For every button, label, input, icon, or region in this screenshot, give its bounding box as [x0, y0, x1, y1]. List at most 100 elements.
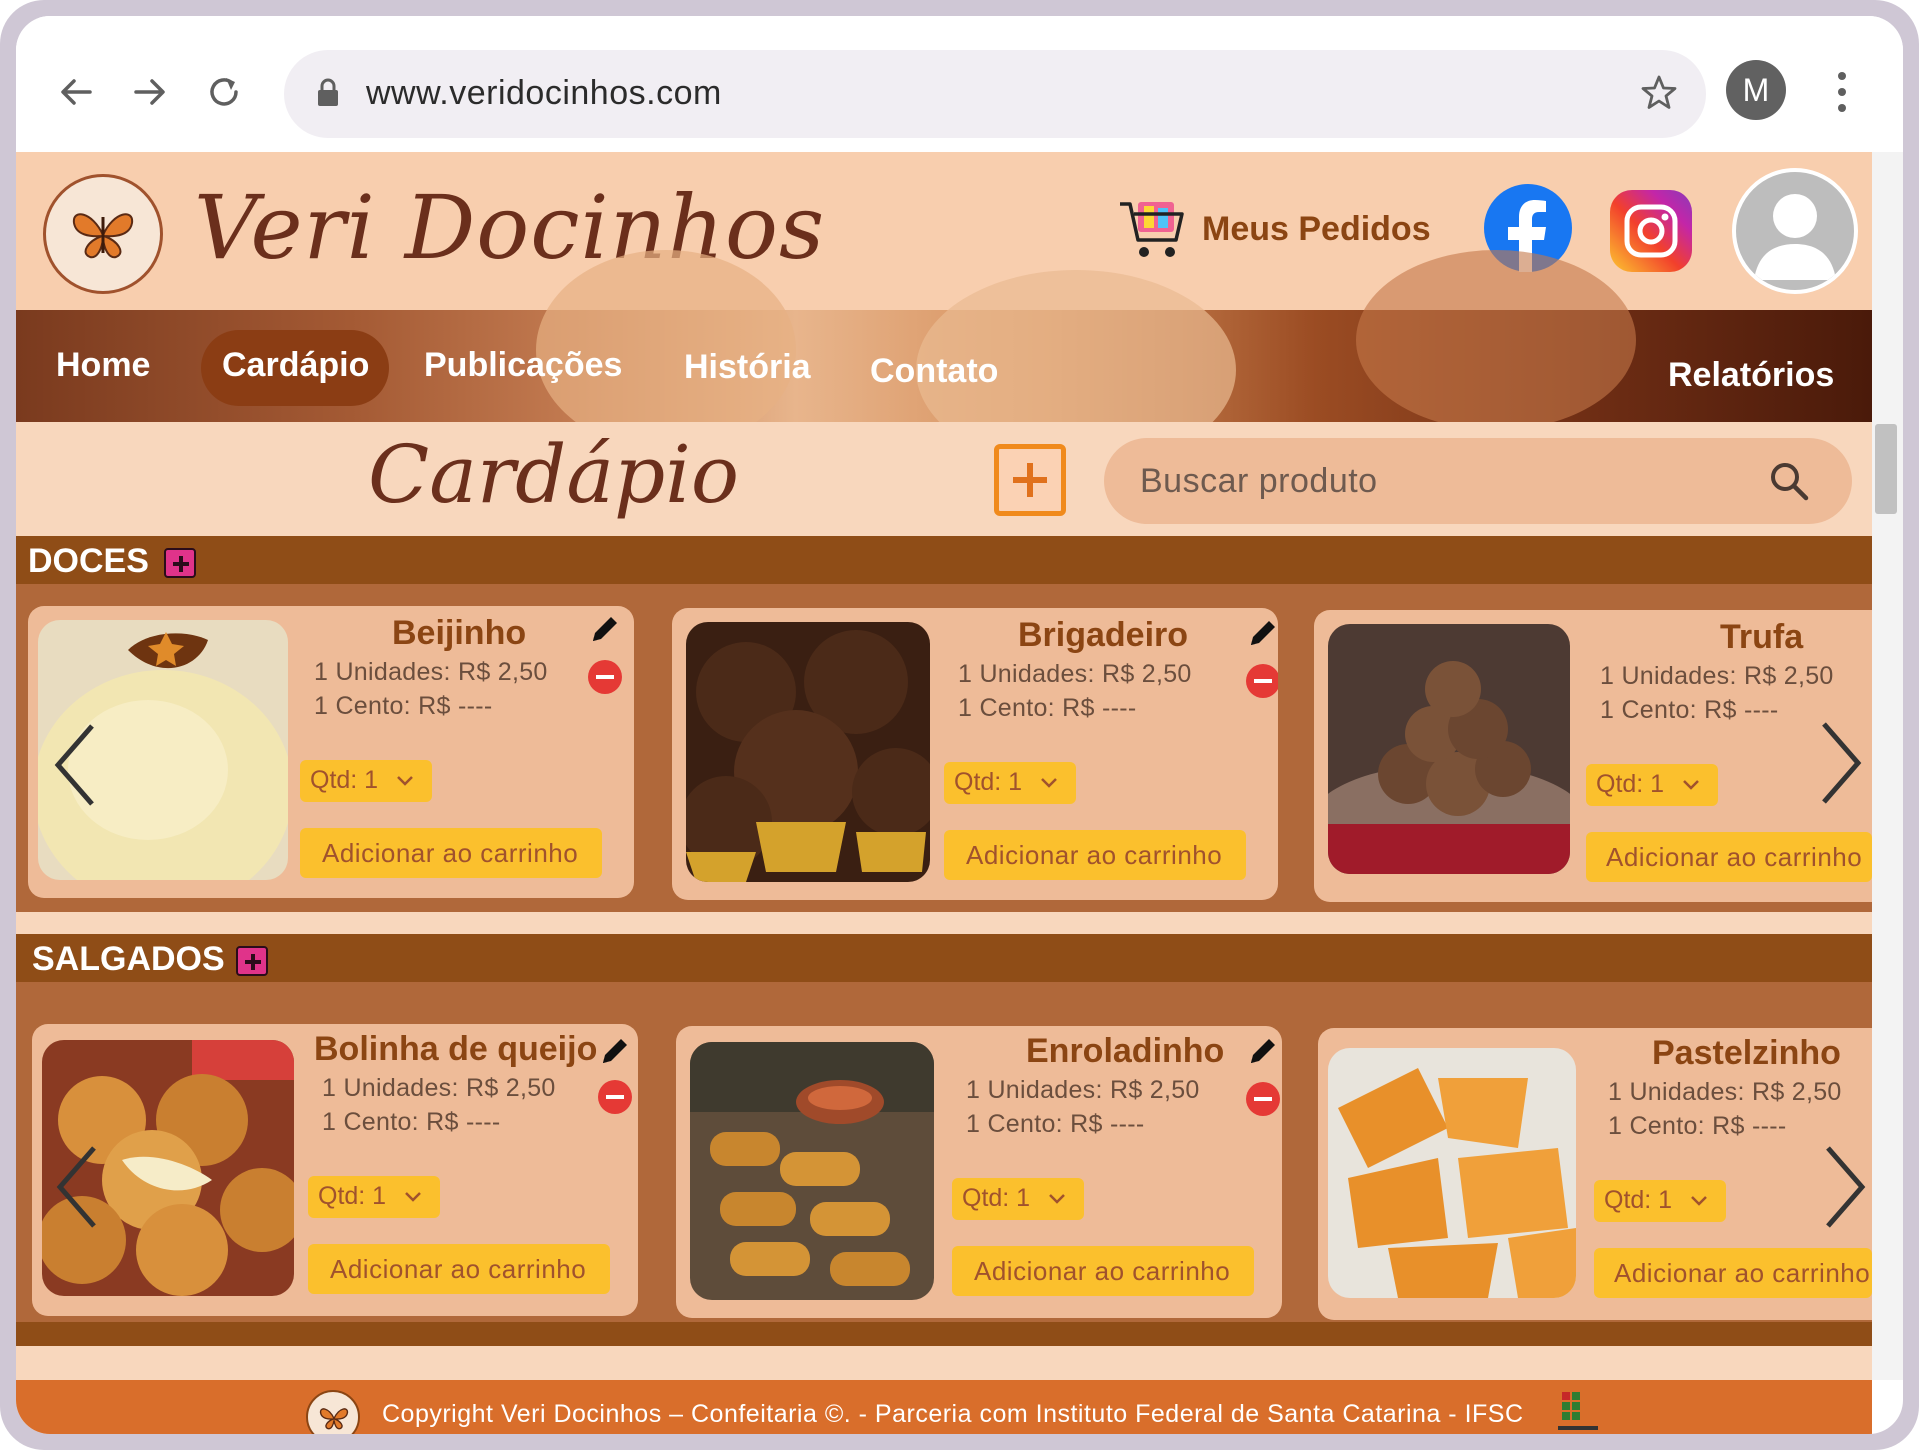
product-card: Bolinha de queijo 1 Unidades: R$ 2,50 1 …: [32, 1024, 638, 1316]
unit-price: 1 Unidades: R$ 2,50: [1608, 1078, 1842, 1106]
quantity-value: Qtd: 1: [962, 1184, 1031, 1212]
cento-price: 1 Cento: R$ ----: [1600, 696, 1779, 724]
minus-circle-icon[interactable]: [598, 1080, 632, 1114]
more-vert-icon[interactable]: [1836, 68, 1848, 116]
add-to-cart-button[interactable]: Adicionar ao carrinho: [1586, 832, 1872, 882]
lock-icon: [318, 78, 338, 106]
category-title: DOCES: [28, 542, 149, 580]
category-divider: [16, 1322, 1872, 1346]
scrollbar-thumb[interactable]: [1875, 424, 1897, 514]
chevron-left-icon[interactable]: [48, 720, 104, 810]
pencil-icon[interactable]: [598, 1034, 632, 1068]
minus-circle-icon[interactable]: [1246, 1082, 1280, 1116]
address-bar[interactable]: www.veridocinhos.com: [284, 50, 1706, 138]
product-image-brigadeiro: [686, 622, 930, 882]
cart-icon[interactable]: [1116, 192, 1188, 264]
menu-title-row: Cardápio Buscar produto: [16, 422, 1872, 536]
unit-price: 1 Unidades: R$ 2,50: [966, 1076, 1200, 1104]
search-input[interactable]: Buscar produto: [1104, 438, 1852, 524]
instagram-icon[interactable]: [1610, 190, 1692, 272]
minus-circle-icon[interactable]: [1246, 664, 1278, 698]
back-arrow-icon[interactable]: [54, 70, 98, 114]
my-orders-link[interactable]: Meus Pedidos: [1202, 210, 1431, 249]
butterfly-logo-icon[interactable]: [43, 174, 163, 294]
nav-contato[interactable]: Contato: [870, 352, 998, 391]
pencil-icon[interactable]: [588, 612, 622, 646]
pencil-icon[interactable]: [1246, 1034, 1280, 1068]
site-content: Veri Docinhos Meus Pedidos Home Cardápio…: [16, 152, 1872, 1434]
quantity-value: Qtd: 1: [1596, 770, 1665, 798]
profile-avatar[interactable]: M: [1726, 60, 1786, 120]
url-text: www.veridocinhos.com: [366, 74, 722, 112]
unit-price: 1 Unidades: R$ 2,50: [314, 658, 548, 686]
product-card: Trufa 1 Unidades: R$ 2,50 1 Cento: R$ --…: [1314, 610, 1872, 902]
unit-price: 1 Unidades: R$ 2,50: [322, 1074, 556, 1102]
pencil-icon[interactable]: [1246, 616, 1278, 650]
search-icon[interactable]: [1768, 460, 1810, 502]
chevron-down-icon: [1691, 1196, 1707, 1206]
product-image-pastelzinho: [1328, 1048, 1576, 1298]
plus-icon: [245, 954, 261, 970]
nav-relatorios[interactable]: Relatórios: [1668, 356, 1834, 395]
nav-publicacoes[interactable]: Publicações: [424, 346, 622, 385]
site-footer: Copyright Veri Docinhos – Confeitaria ©.…: [16, 1380, 1872, 1434]
quantity-value: Qtd: 1: [318, 1182, 387, 1210]
butterfly-logo-icon: [306, 1390, 360, 1434]
add-to-cart-button[interactable]: Adicionar ao carrinho: [1594, 1248, 1872, 1298]
nav-historia[interactable]: História: [684, 348, 811, 387]
product-name: Brigadeiro: [1018, 616, 1189, 654]
product-name: Beijinho: [392, 614, 527, 652]
category-title: SALGADOS: [32, 940, 225, 978]
product-name: Pastelzinho: [1652, 1034, 1841, 1072]
cento-price: 1 Cento: R$ ----: [322, 1108, 501, 1136]
product-card: Brigadeiro 1 Unidades: R$ 2,50 1 Cento: …: [672, 608, 1278, 900]
browser-window: www.veridocinhos.com M Veri Docinhos Meu…: [16, 16, 1903, 1434]
star-icon[interactable]: [1640, 74, 1678, 112]
unit-price: 1 Unidades: R$ 2,50: [958, 660, 1192, 688]
reload-icon[interactable]: [202, 70, 246, 114]
plus-icon: [173, 556, 189, 572]
page-scrollbar[interactable]: [1872, 152, 1903, 1380]
nav-home[interactable]: Home: [56, 346, 150, 385]
add-to-cart-button[interactable]: Adicionar ao carrinho: [952, 1246, 1254, 1296]
chevron-right-icon[interactable]: [1816, 1142, 1872, 1232]
add-to-cart-button[interactable]: Adicionar ao carrinho: [944, 830, 1246, 880]
quantity-select[interactable]: Qtd: 1: [1586, 764, 1718, 806]
quantity-select[interactable]: Qtd: 1: [1594, 1180, 1726, 1222]
nav-cardapio[interactable]: Cardápio: [222, 346, 369, 385]
category-spacer: [16, 912, 1872, 934]
search-placeholder: Buscar produto: [1140, 462, 1378, 500]
add-product-button[interactable]: [994, 444, 1066, 516]
page-title: Cardápio: [368, 428, 740, 521]
add-category-item-button[interactable]: [164, 548, 196, 578]
add-to-cart-button[interactable]: Adicionar ao carrinho: [300, 828, 602, 878]
user-avatar-icon[interactable]: [1732, 168, 1858, 294]
chevron-right-icon[interactable]: [1812, 718, 1868, 808]
quantity-value: Qtd: 1: [954, 768, 1023, 796]
quantity-select[interactable]: Qtd: 1: [952, 1178, 1084, 1220]
quantity-select[interactable]: Qtd: 1: [308, 1176, 440, 1218]
add-category-item-button[interactable]: [236, 946, 268, 976]
chevron-down-icon: [1041, 778, 1057, 788]
category-bar-salgados: SALGADOS: [16, 934, 1872, 982]
quantity-value: Qtd: 1: [1604, 1186, 1673, 1214]
cento-price: 1 Cento: R$ ----: [1608, 1112, 1787, 1140]
minus-circle-icon[interactable]: [588, 660, 622, 694]
product-image-enroladinho: [690, 1042, 934, 1300]
chevron-down-icon: [1683, 780, 1699, 790]
device-frame: www.veridocinhos.com M Veri Docinhos Meu…: [0, 0, 1919, 1450]
product-name: Enroladinho: [1026, 1032, 1225, 1070]
quantity-value: Qtd: 1: [310, 766, 379, 794]
add-to-cart-button[interactable]: Adicionar ao carrinho: [308, 1244, 610, 1294]
quantity-select[interactable]: Qtd: 1: [300, 760, 432, 802]
quantity-select[interactable]: Qtd: 1: [944, 762, 1076, 804]
chevron-left-icon[interactable]: [50, 1142, 106, 1232]
forward-arrow-icon[interactable]: [128, 70, 172, 114]
category-bar-doces: DOCES: [16, 536, 1872, 584]
cento-price: 1 Cento: R$ ----: [958, 694, 1137, 722]
ifsc-logo-icon: [1558, 1392, 1598, 1430]
main-nav: Home Cardápio Publicações História Conta…: [16, 250, 1872, 470]
browser-toolbar: www.veridocinhos.com M: [16, 16, 1903, 152]
product-card: Enroladinho 1 Unidades: R$ 2,50 1 Cento:…: [676, 1026, 1282, 1318]
product-name: Trufa: [1720, 618, 1804, 656]
